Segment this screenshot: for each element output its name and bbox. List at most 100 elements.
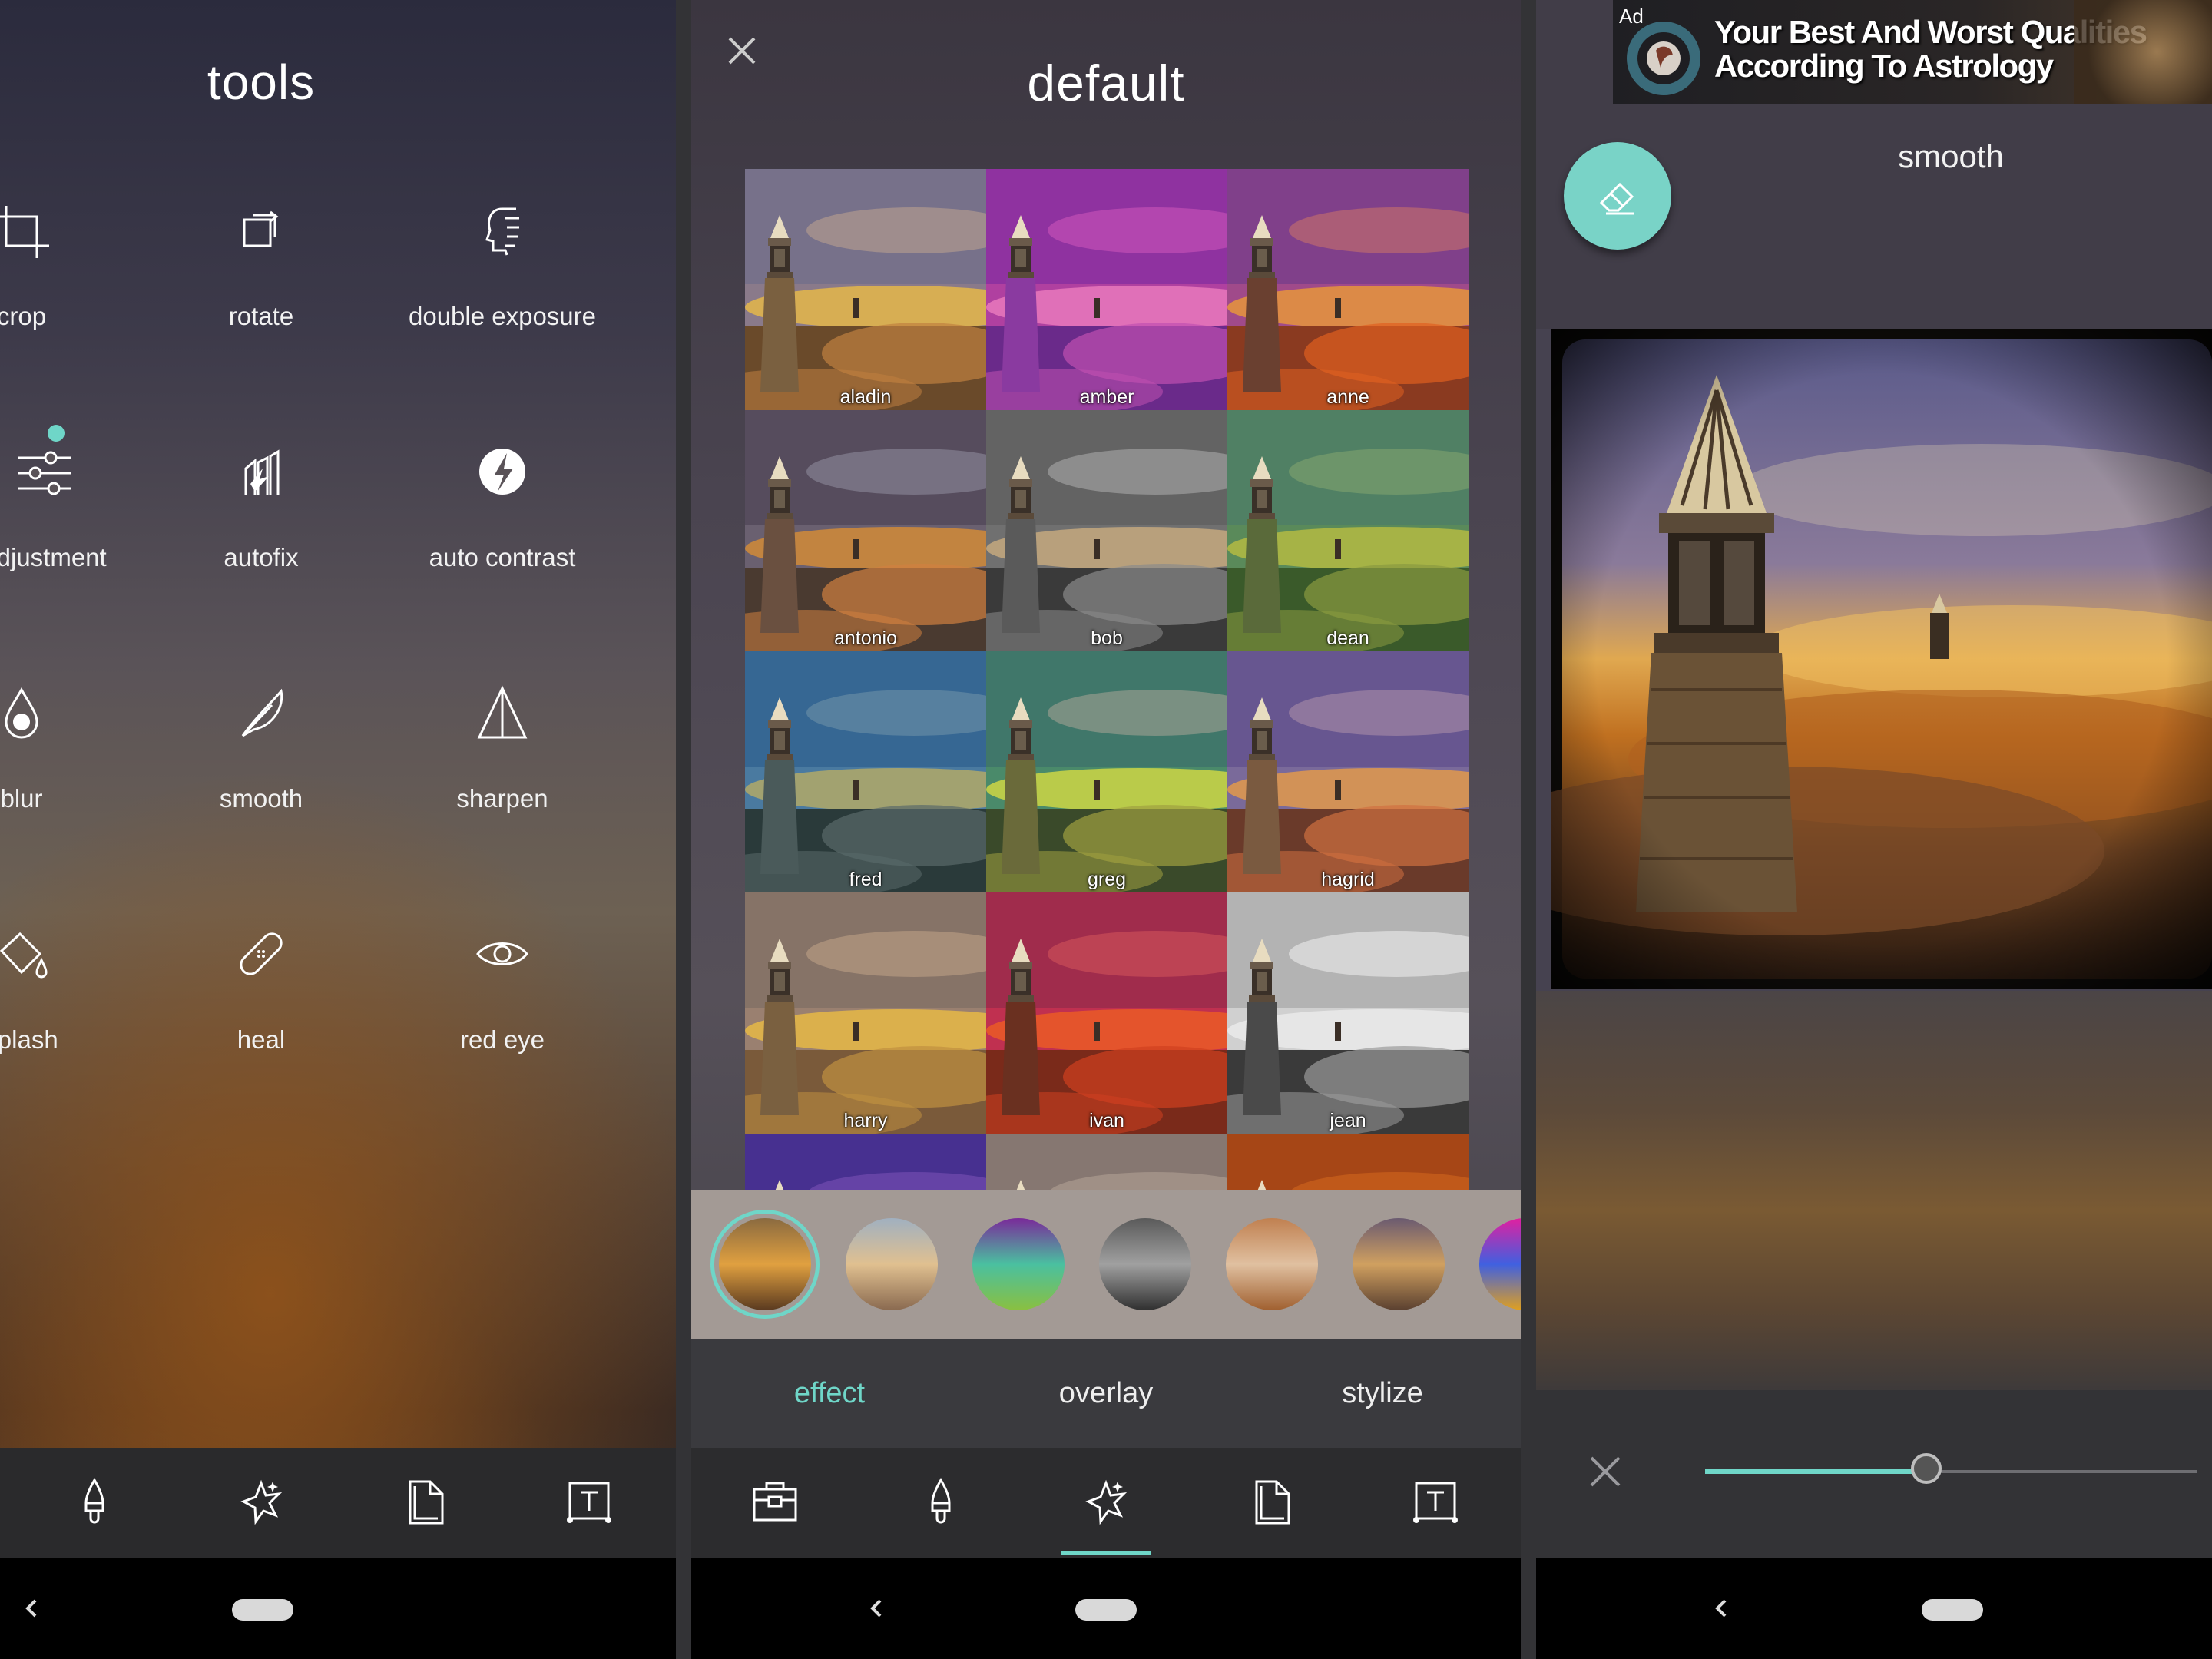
filter-category-thumb[interactable] xyxy=(1226,1218,1318,1310)
ad-banner[interactable]: Ad Your Best And Worst Qualities Accordi… xyxy=(1613,0,2212,104)
adjustment-sliders-icon xyxy=(18,451,71,495)
tool-smooth[interactable]: smooth xyxy=(146,682,376,813)
filter-thumbnail[interactable] xyxy=(745,1134,986,1190)
brush-icon[interactable] xyxy=(914,1475,968,1529)
filter-preview-image xyxy=(986,651,1227,892)
effects-panel: default aladin amber anne antonio bob dean fre… xyxy=(691,0,1521,1659)
back-icon[interactable] xyxy=(862,1591,892,1625)
tool-splash[interactable]: splash xyxy=(0,923,137,1055)
paint-bucket-icon xyxy=(0,932,48,979)
filter-category-thumb[interactable] xyxy=(1099,1218,1191,1310)
tool-label: autofix xyxy=(224,543,299,571)
eraser-icon xyxy=(1599,182,1634,215)
filter-thumbnail[interactable]: antonio xyxy=(745,410,986,651)
tool-label: blur xyxy=(0,784,43,813)
zodiac-logo-icon xyxy=(1627,22,1700,95)
back-icon[interactable] xyxy=(17,1591,48,1625)
tab-overlay[interactable]: overlay xyxy=(968,1377,1244,1410)
tools-panel: tools crop rotate double exposure adjust… xyxy=(0,0,676,1659)
cancel-icon[interactable] xyxy=(1588,1455,1622,1488)
bandage-icon xyxy=(240,932,283,975)
tab-stylize[interactable]: stylize xyxy=(1244,1377,1521,1410)
tool-crop[interactable]: crop xyxy=(0,200,137,331)
rotate-icon xyxy=(243,210,279,247)
filter-category-thumb[interactable] xyxy=(972,1218,1065,1310)
text-frame-icon[interactable] xyxy=(1409,1475,1462,1529)
filter-thumbnail[interactable]: anne xyxy=(1227,169,1469,410)
autofix-icon xyxy=(244,449,280,495)
filter-thumbnail[interactable]: hagrid xyxy=(1227,651,1469,892)
filter-thumbnail[interactable]: ivan xyxy=(986,892,1227,1134)
tool-red-eye[interactable]: red eye xyxy=(387,923,618,1055)
slider-knob[interactable] xyxy=(1911,1453,1942,1484)
back-icon[interactable] xyxy=(1707,1591,1737,1625)
tool-auto-contrast[interactable]: auto contrast xyxy=(387,441,618,572)
stickers-page-icon[interactable] xyxy=(398,1475,452,1529)
filter-preview-image xyxy=(986,1134,1227,1190)
home-pill[interactable] xyxy=(1922,1599,1983,1621)
filter-thumbnail[interactable]: bob xyxy=(986,410,1227,651)
filter-thumbnail[interactable]: jean xyxy=(1227,892,1469,1134)
bottom-toolbar xyxy=(0,1448,676,1558)
camera-bag-icon[interactable] xyxy=(748,1475,802,1529)
panel-title: smooth xyxy=(1898,138,2004,174)
auto-contrast-icon xyxy=(479,449,525,495)
filter-preview-image xyxy=(986,410,1227,651)
tab-effect[interactable]: effect xyxy=(691,1377,968,1410)
filter-thumbnail[interactable]: greg xyxy=(986,651,1227,892)
text-frame-icon[interactable] xyxy=(562,1475,616,1529)
slider-fill xyxy=(1705,1469,1926,1474)
system-nav-bar xyxy=(1536,1558,2212,1659)
filter-label: aladin xyxy=(839,386,892,408)
blur-drop-icon xyxy=(5,687,38,739)
filter-preview-image xyxy=(986,892,1227,1134)
tool-rotate[interactable]: rotate xyxy=(146,200,376,331)
filter-thumbnail[interactable] xyxy=(1227,1134,1469,1190)
filter-thumbnail[interactable]: fred xyxy=(745,651,986,892)
filter-category-thumb[interactable] xyxy=(719,1218,811,1310)
stickers-page-icon[interactable] xyxy=(1244,1475,1298,1529)
home-pill[interactable] xyxy=(232,1599,293,1621)
filter-preview-image xyxy=(745,1134,986,1190)
filter-thumbnail[interactable]: amber xyxy=(986,169,1227,410)
filter-label: greg xyxy=(1087,869,1127,890)
filter-thumbnail[interactable]: aladin xyxy=(745,169,986,410)
filter-category-thumb[interactable] xyxy=(846,1218,938,1310)
filter-preview-image xyxy=(1227,892,1469,1134)
filter-label: bob xyxy=(1091,628,1123,649)
filter-preview-image xyxy=(745,410,986,651)
smooth-panel: Ad Your Best And Worst Qualities Accordi… xyxy=(1536,0,2212,1659)
effects-star-icon[interactable] xyxy=(1079,1475,1133,1529)
filter-preview-image xyxy=(986,169,1227,410)
double-exposure-icon xyxy=(485,207,519,256)
slider-bar xyxy=(1536,1390,2212,1558)
brush-icon[interactable] xyxy=(68,1475,121,1529)
filter-label: dean xyxy=(1326,628,1369,649)
photo-preview xyxy=(1551,329,2212,989)
filter-category-thumb[interactable] xyxy=(1479,1218,1521,1310)
effects-star-icon[interactable] xyxy=(234,1475,288,1529)
tool-blur[interactable]: blur xyxy=(0,682,137,813)
eraser-button[interactable] xyxy=(1564,142,1671,250)
filter-thumbnail[interactable]: harry xyxy=(745,892,986,1134)
panel-title: default xyxy=(1027,55,1185,111)
tool-heal[interactable]: heal xyxy=(146,923,376,1055)
tool-adjustment[interactable]: adjustment xyxy=(0,441,160,572)
filter-thumbnail[interactable]: dean xyxy=(1227,410,1469,651)
filter-category-strip xyxy=(691,1190,1521,1339)
filter-label: hagrid xyxy=(1321,869,1375,890)
filter-category-thumb[interactable] xyxy=(1353,1218,1445,1310)
tool-label: rotate xyxy=(228,302,294,330)
panel-title: tools xyxy=(207,55,316,110)
panel-divider xyxy=(1521,0,1536,1659)
tool-sharpen[interactable]: sharpen xyxy=(387,682,618,813)
tool-double-exposure[interactable]: double exposure xyxy=(387,200,618,331)
filter-preview-image xyxy=(1227,651,1469,892)
filter-thumbnail[interactable] xyxy=(986,1134,1227,1190)
tool-autofix[interactable]: autofix xyxy=(146,441,376,572)
photo-backdrop xyxy=(1536,991,2212,1390)
home-pill[interactable] xyxy=(1075,1599,1137,1621)
crop-icon xyxy=(0,206,49,258)
tool-label: smooth xyxy=(219,784,303,813)
filter-preview-image xyxy=(745,892,986,1134)
